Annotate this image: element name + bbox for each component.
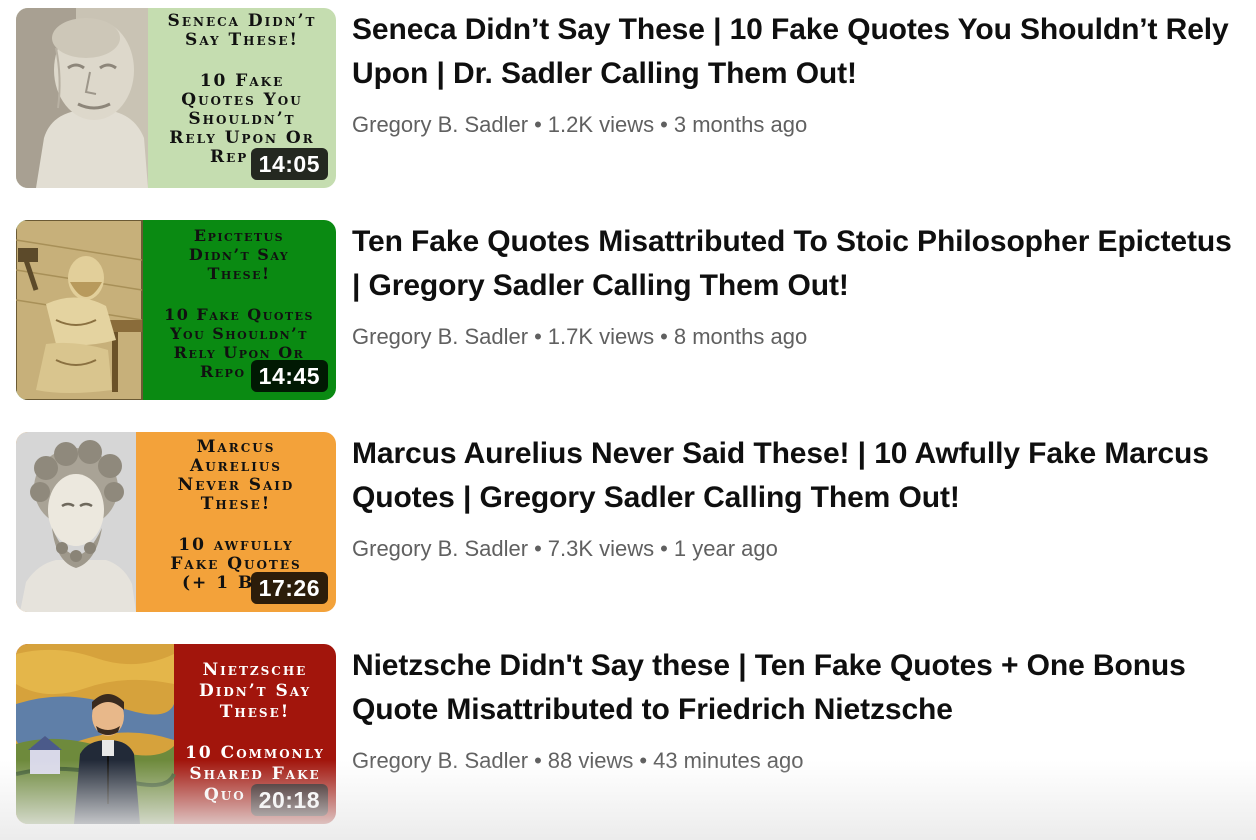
video-thumbnail[interactable]: Nietzsche Didn’t Say These! 10 Commonly … <box>16 644 336 824</box>
view-count: 1.7K views <box>547 324 655 349</box>
video-title[interactable]: Seneca Didn’t Say These | 10 Fake Quotes… <box>352 8 1247 96</box>
video-metadata: Gregory B. Sadler • 1.7K views • 8 months ag… <box>352 322 1247 352</box>
separator-dot: • <box>660 112 668 137</box>
video-title[interactable]: Marcus Aurelius Never Said These! | 10 A… <box>352 432 1247 520</box>
video-metadata: Gregory B. Sadler • 1.2K views • 3 months ag… <box>352 110 1247 140</box>
upload-age: 8 months ago <box>673 324 808 349</box>
separator-dot: • <box>534 748 542 773</box>
channel-name[interactable]: Gregory B. Sadler <box>352 324 528 349</box>
duration-badge: 20:18 <box>250 784 328 816</box>
separator-dot: • <box>639 748 648 773</box>
view-count: 1.2K views <box>547 112 655 137</box>
separator-dot: • <box>534 112 542 137</box>
duration-badge: 14:45 <box>250 360 328 392</box>
channel-name[interactable]: Gregory B. Sadler <box>352 748 528 773</box>
upload-age: 3 months ago <box>673 112 808 137</box>
view-count: 88 views <box>547 748 634 773</box>
upload-age: 1 year ago <box>673 536 778 561</box>
view-count: 7.3K views <box>547 536 655 561</box>
upload-age: 43 minutes ago <box>653 748 804 773</box>
video-item[interactable]: Marcus Aurelius Never Said These! 10 awf… <box>16 432 1246 612</box>
separator-dot: • <box>534 324 542 349</box>
video-item[interactable]: Seneca Didn’t Say These! 10 Fake Quotes … <box>16 8 1246 188</box>
video-details: Marcus Aurelius Never Said These! | 10 A… <box>352 432 1247 564</box>
video-details: Nietzsche Didn't Say these | Ten Fake Qu… <box>352 644 1247 776</box>
separator-dot: • <box>534 536 542 561</box>
video-thumbnail[interactable]: Epictetus Didn’t Say These! 10 Fake Quot… <box>16 220 336 400</box>
video-metadata: Gregory B. Sadler • 7.3K views • 1 year ago <box>352 534 1247 564</box>
separator-dot: • <box>660 536 668 561</box>
duration-badge: 14:05 <box>250 148 328 180</box>
video-item[interactable]: Epictetus Didn’t Say These! 10 Fake Quot… <box>16 220 1246 400</box>
video-details: Seneca Didn’t Say These | 10 Fake Quotes… <box>352 8 1247 140</box>
separator-dot: • <box>660 324 668 349</box>
video-metadata: Gregory B. Sadler • 88 views • 43 minutes ag… <box>352 746 1247 776</box>
video-title[interactable]: Ten Fake Quotes Misattributed To Stoic P… <box>352 220 1247 308</box>
video-title[interactable]: Nietzsche Didn't Say these | Ten Fake Qu… <box>352 644 1247 732</box>
duration-badge: 17:26 <box>250 572 328 604</box>
video-thumbnail[interactable]: Marcus Aurelius Never Said These! 10 awf… <box>16 432 336 612</box>
video-details: Ten Fake Quotes Misattributed To Stoic P… <box>352 220 1247 352</box>
channel-name[interactable]: Gregory B. Sadler <box>352 112 528 137</box>
video-item[interactable]: Nietzsche Didn’t Say These! 10 Commonly … <box>16 644 1246 824</box>
video-thumbnail[interactable]: Seneca Didn’t Say These! 10 Fake Quotes … <box>16 8 336 188</box>
channel-name[interactable]: Gregory B. Sadler <box>352 536 528 561</box>
